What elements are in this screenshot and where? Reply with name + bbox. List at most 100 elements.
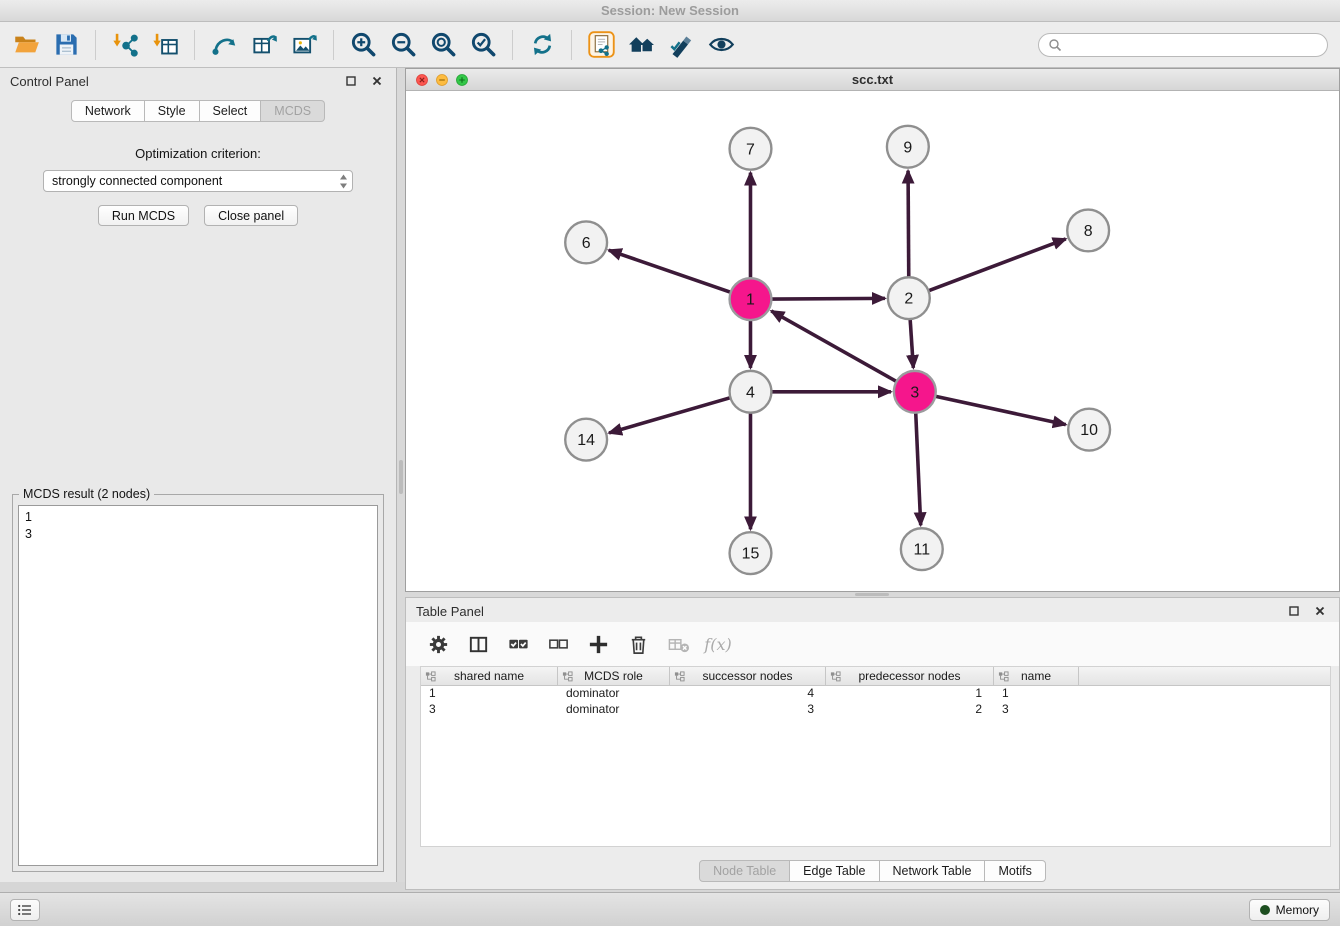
mcds-result-list[interactable]: 13 <box>18 505 378 866</box>
zoom-fit-icon <box>430 31 457 58</box>
close-icon <box>371 75 383 87</box>
show-hide-button[interactable] <box>701 26 741 64</box>
graph-node-9[interactable]: 9 <box>887 126 929 168</box>
close-window-button[interactable] <box>416 74 428 86</box>
graph-node-3[interactable]: 3 <box>894 371 936 413</box>
run-mcds-button[interactable]: Run MCDS <box>98 205 189 226</box>
tab-mcds[interactable]: MCDS <box>261 100 325 122</box>
graph-node-1[interactable]: 1 <box>730 278 772 320</box>
vertical-splitter[interactable] <box>397 68 405 882</box>
graph-node-14[interactable]: 14 <box>565 419 607 461</box>
zoom-window-button[interactable] <box>456 74 468 86</box>
toolbar-separator <box>512 30 513 60</box>
apply-style-button[interactable] <box>661 26 701 64</box>
graph-node-11[interactable]: 11 <box>901 528 943 570</box>
splitter-handle[interactable] <box>855 593 889 596</box>
zoom-out-button[interactable] <box>383 26 423 64</box>
table-panel-close-button[interactable] <box>1311 602 1329 620</box>
graph-node-15[interactable]: 15 <box>730 532 772 574</box>
home-button[interactable] <box>621 26 661 64</box>
new-network-button[interactable] <box>204 26 244 64</box>
zoom-selected-button[interactable] <box>463 26 503 64</box>
open-folder-icon <box>13 31 40 58</box>
graph-node-label: 10 <box>1080 422 1098 439</box>
export-table-button[interactable] <box>244 26 284 64</box>
table-panel-title: Table Panel <box>416 604 484 619</box>
toolbar-separator <box>333 30 334 60</box>
refresh-button[interactable] <box>522 26 562 64</box>
graph-node-4[interactable]: 4 <box>730 371 772 413</box>
graph-node-label: 11 <box>914 542 931 559</box>
tab-style[interactable]: Style <box>145 100 200 122</box>
graph-node-2[interactable]: 2 <box>888 277 930 319</box>
graph-edge-3-1[interactable] <box>771 311 896 382</box>
search-input[interactable] <box>1067 38 1318 52</box>
criterion-dropdown[interactable]: strongly connected component <box>43 170 353 192</box>
delete-row-button[interactable] <box>620 628 656 660</box>
control-panel-float-button[interactable] <box>342 72 360 90</box>
tab-node-table[interactable]: Node Table <box>699 860 790 882</box>
save-button[interactable] <box>46 26 86 64</box>
column-header-name[interactable]: name <box>994 667 1079 686</box>
graph-node-10[interactable]: 10 <box>1068 409 1110 451</box>
column-header-label: MCDS role <box>584 669 643 683</box>
memory-indicator-dot <box>1260 905 1270 915</box>
window-controls <box>416 74 468 86</box>
deselect-all-icon <box>547 633 570 656</box>
panel-selector-button[interactable] <box>10 899 40 921</box>
import-network-button[interactable] <box>105 26 145 64</box>
memory-button[interactable]: Memory <box>1249 899 1330 921</box>
add-row-button[interactable] <box>580 628 616 660</box>
save-icon <box>53 31 80 58</box>
graph-edge-3-10[interactable] <box>935 396 1065 424</box>
network-window-titlebar[interactable]: scc.txt <box>406 69 1339 91</box>
table-row[interactable]: 3dominator323 <box>421 702 1330 718</box>
graph-edge-2-9[interactable] <box>908 171 909 278</box>
export-image-button[interactable] <box>284 26 324 64</box>
network-canvas[interactable]: 7 9 6 8 1 2 4 3 14 10 15 11 <box>406 91 1339 591</box>
select-all-button[interactable] <box>500 628 536 660</box>
graph-edge-2-8[interactable] <box>928 239 1065 291</box>
titlebar[interactable]: Session: New Session <box>0 0 1340 22</box>
zoom-fit-button[interactable] <box>423 26 463 64</box>
graph-edge-4-14[interactable] <box>609 398 730 433</box>
column-header-predecessor-nodes[interactable]: predecessor nodes <box>826 667 994 686</box>
zoom-in-button[interactable] <box>343 26 383 64</box>
table-panel-float-button[interactable] <box>1285 602 1303 620</box>
graph-edge-1-6[interactable] <box>609 250 731 292</box>
status-bar: Memory <box>0 892 1340 926</box>
minimize-window-button[interactable] <box>436 74 448 86</box>
tab-select[interactable]: Select <box>200 100 262 122</box>
table-row[interactable]: 1dominator411 <box>421 686 1330 702</box>
graph-node-7[interactable]: 7 <box>730 128 772 170</box>
column-header-shared-name[interactable]: shared name <box>421 667 558 686</box>
columns-button[interactable] <box>460 628 496 660</box>
graph-node-6[interactable]: 6 <box>565 221 607 263</box>
close-panel-button[interactable]: Close panel <box>204 205 298 226</box>
graph-edge-1-2[interactable] <box>771 298 885 299</box>
mcds-result-title: MCDS result (2 nodes) <box>19 487 154 501</box>
open-folder-button[interactable] <box>6 26 46 64</box>
tab-motifs[interactable]: Motifs <box>985 860 1045 882</box>
graph-node-label: 8 <box>1084 223 1093 240</box>
control-panel-tabs: NetworkStyleSelectMCDS <box>0 100 396 122</box>
graph-node-label: 1 <box>746 292 755 309</box>
graph-edge-3-11[interactable] <box>916 413 921 526</box>
graph-edge-2-3[interactable] <box>910 319 913 368</box>
search-field[interactable] <box>1038 33 1328 57</box>
export-image-icon <box>291 31 318 58</box>
deselect-all-button[interactable] <box>540 628 576 660</box>
network-graph[interactable]: 7 9 6 8 1 2 4 3 14 10 15 11 <box>406 91 1339 591</box>
tab-edge-table[interactable]: Edge Table <box>790 860 879 882</box>
graph-node-8[interactable]: 8 <box>1067 210 1109 252</box>
network-from-clipboard-button[interactable] <box>581 26 621 64</box>
tab-network[interactable]: Network <box>71 100 145 122</box>
control-panel-close-button[interactable] <box>368 72 386 90</box>
splitter-handle[interactable] <box>399 460 403 494</box>
tab-network-table[interactable]: Network Table <box>880 860 986 882</box>
import-table-button[interactable] <box>145 26 185 64</box>
gear-button[interactable] <box>420 628 456 660</box>
column-header-mcds-role[interactable]: MCDS role <box>558 667 670 686</box>
control-panel: Control Panel NetworkStyleSelectMCDS Opt… <box>0 68 397 882</box>
column-header-successor-nodes[interactable]: successor nodes <box>670 667 826 686</box>
